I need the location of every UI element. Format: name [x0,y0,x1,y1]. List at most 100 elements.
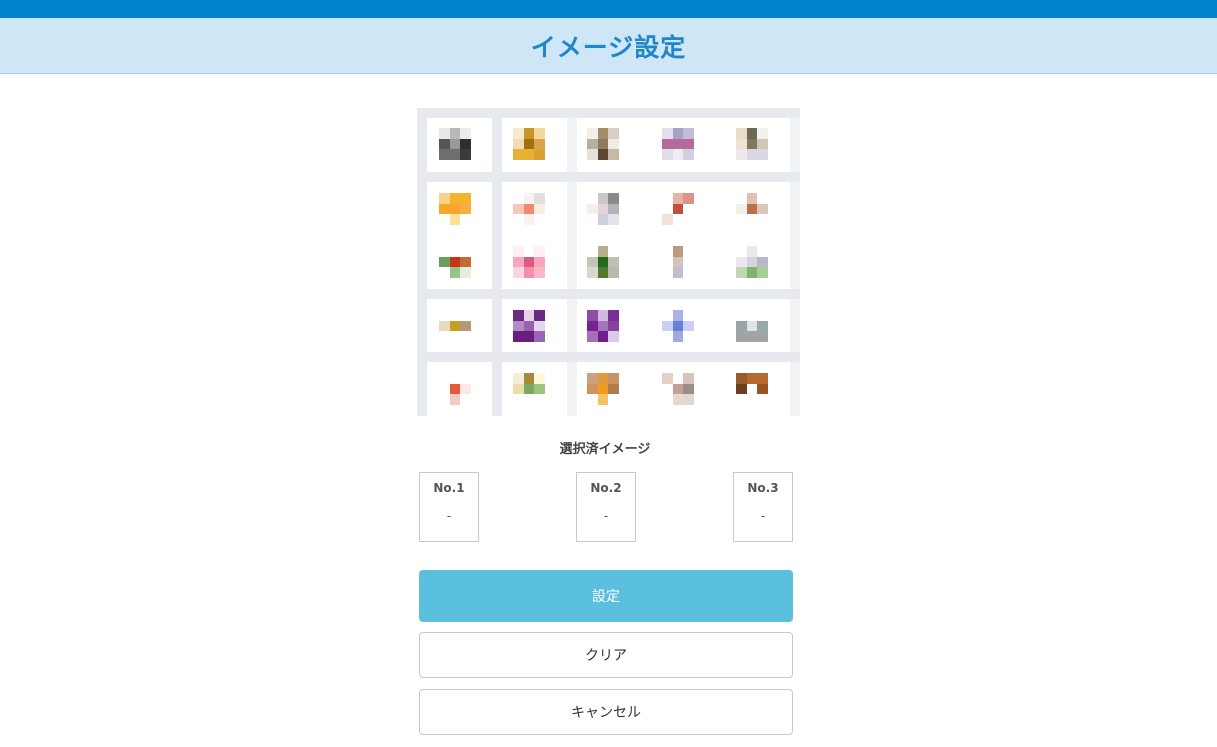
thumbnail-pixel [597,383,609,395]
image-thumbnail[interactable] [736,310,768,342]
thumbnail-pixel [672,394,684,405]
thumbnail-pixel [587,331,598,342]
thumbnail-pixel [587,394,598,405]
thumbnail-pixel [736,128,747,139]
thumbnail-pixel [683,149,694,160]
thumbnail-pixel [597,320,609,332]
thumbnail-pixel [736,203,747,215]
thumbnail-pixel [449,203,461,215]
thumbnail-pixel [587,310,598,321]
image-thumbnail[interactable] [736,193,768,225]
thumbnail-pixel [587,320,598,332]
thumbnail-pixel [587,373,598,384]
image-thumbnail[interactable] [662,246,694,278]
thumbnail-pixel [523,331,535,342]
thumbnail-pixel [460,310,471,321]
selected-slot-1[interactable]: No.1 - [419,472,479,542]
image-thumbnail[interactable] [587,373,619,405]
thumbnail-pixel [523,267,535,278]
thumbnail-pixel [746,383,758,395]
thumbnail-pixel [608,383,619,395]
image-thumbnail[interactable] [587,193,619,225]
image-thumbnail[interactable] [662,193,694,225]
thumbnail-pixel [746,128,758,139]
selected-slot-3[interactable]: No.3 - [733,472,793,542]
thumbnail-pixel [672,256,684,268]
thumbnail-pixel [662,256,673,268]
thumbnail-pixel [683,320,694,332]
thumbnail-pixel [736,373,747,384]
thumbnail-pixel [534,310,545,321]
thumbnail-pixel [683,193,694,204]
image-thumbnail[interactable] [662,128,694,160]
image-thumbnail[interactable] [587,128,619,160]
thumbnail-pixel [449,256,461,268]
thumbnail-pixel [746,149,758,160]
thumbnail-pixel [439,310,450,321]
thumbnail-pixel [460,128,471,139]
thumbnail-pixel [534,128,545,139]
image-thumbnail[interactable] [662,310,694,342]
thumbnail-pixel [587,203,598,215]
thumbnail-pixel [683,310,694,321]
image-thumbnail[interactable] [439,193,471,225]
thumbnail-pixel [672,383,684,395]
thumbnail-pixel [757,138,768,150]
image-thumbnail[interactable] [587,246,619,278]
image-thumbnail[interactable] [513,128,545,160]
slot-title: No.1 [433,481,465,495]
thumbnail-pixel [513,149,524,160]
image-thumbnail[interactable] [439,373,471,405]
thumbnail-pixel [449,246,461,257]
clear-button[interactable]: クリア [419,632,793,678]
thumbnail-pixel [439,246,450,257]
image-thumbnail[interactable] [439,246,471,278]
image-thumbnail[interactable] [736,128,768,160]
thumbnail-pixel [439,373,450,384]
thumbnail-pixel [449,214,461,225]
image-thumbnail[interactable] [513,246,545,278]
set-button[interactable]: 設定 [419,570,793,622]
thumbnail-pixel [597,373,609,384]
thumbnail-pixel [746,394,758,405]
thumbnail-pixel [608,256,619,268]
thumbnail-pixel [587,193,598,204]
thumbnail-pixel [736,138,747,150]
image-thumbnail[interactable] [662,373,694,405]
image-thumbnail[interactable] [736,246,768,278]
image-thumbnail[interactable] [513,193,545,225]
selected-slot-2[interactable]: No.2 - [576,472,636,542]
thumbnail-pixel [513,310,524,321]
thumbnail-pixel [449,267,461,278]
thumbnail-pixel [513,373,524,384]
image-thumbnail[interactable] [513,310,545,342]
image-thumbnail[interactable] [439,128,471,160]
thumbnail-pixel [608,214,619,225]
thumbnail-pixel [757,128,768,139]
thumbnail-pixel [736,267,747,278]
thumbnail-pixel [736,331,747,342]
thumbnail-pixel [449,138,461,150]
thumbnail-pixel [746,138,758,150]
thumbnail-pixel [683,138,694,150]
image-thumbnail[interactable] [439,310,471,342]
thumbnail-pixel [608,203,619,215]
thumbnail-pixel [672,128,684,139]
grid-line [567,108,577,416]
thumbnail-pixel [736,320,747,332]
thumbnail-pixel [672,310,684,321]
thumbnail-pixel [757,203,768,215]
thumbnail-pixel [672,373,684,384]
image-thumbnail[interactable] [513,373,545,405]
thumbnail-pixel [672,267,684,278]
image-thumbnail[interactable] [736,373,768,405]
image-thumbnail[interactable] [587,310,619,342]
thumbnail-pixel [757,394,768,405]
thumbnail-pixel [746,246,758,257]
thumbnail-pixel [662,203,673,215]
thumbnail-pixel [746,267,758,278]
thumbnail-pixel [757,373,768,384]
thumbnail-pixel [534,256,545,268]
thumbnail-pixel [608,193,619,204]
cancel-button[interactable]: キャンセル [419,689,793,735]
